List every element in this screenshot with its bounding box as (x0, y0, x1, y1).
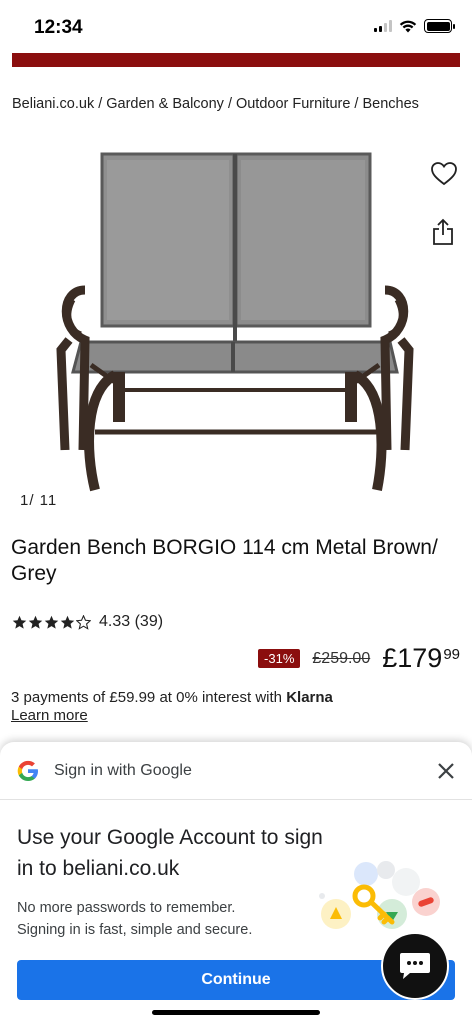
learn-more-link[interactable]: Learn more (11, 707, 88, 724)
sheet-body: No more passwords to remember. Signing i… (17, 897, 252, 941)
wifi-icon (399, 20, 417, 32)
share-icon[interactable] (431, 218, 455, 246)
star-outline-icon (76, 614, 91, 630)
klarna-info: 3 payments of £59.99 at 0% interest with… (11, 689, 333, 706)
sheet-heading: Use your Google Account to sign in to be… (17, 826, 323, 880)
sheet-body-line: Signing in is fast, simple and secure. (17, 922, 253, 938)
star-icon (60, 615, 75, 629)
breadcrumb-benches[interactable]: Benches (362, 96, 418, 112)
heart-icon[interactable] (430, 160, 458, 188)
breadcrumb: Beliani.co.uk / Garden & Balcony / Outdoor F… (12, 96, 419, 112)
klarna-logo: Klarna (286, 689, 333, 706)
breadcrumb-garden[interactable]: Garden & Balcony (106, 96, 224, 112)
discount-badge: -31% (258, 649, 301, 668)
rating-stars (12, 614, 91, 630)
status-icons (374, 19, 455, 33)
gallery-counter: 1/ 11 (20, 492, 58, 509)
google-logo-icon (17, 760, 38, 781)
promo-banner[interactable] (12, 53, 460, 67)
passkey-illustration-icon (319, 861, 440, 929)
rating[interactable]: 4.33 (39) (12, 613, 163, 631)
new-price: £179 99 (382, 643, 460, 673)
home-indicator (152, 1010, 320, 1015)
old-price: £259.00 (312, 649, 371, 667)
breadcrumb-home[interactable]: Beliani.co.uk (12, 96, 94, 112)
chat-button[interactable] (381, 932, 449, 1000)
breadcrumb-outdoor-furniture[interactable]: Outdoor Furniture (236, 96, 350, 112)
price-row: -31% £259.00 £179 99 (258, 643, 460, 674)
breadcrumb-separator: / (98, 96, 103, 112)
star-icon (12, 615, 27, 629)
status-time: 12:34 (34, 17, 83, 38)
sheet-header-title: Sign in with Google (54, 762, 192, 779)
status-bar: 12:34 (0, 0, 472, 54)
signal-icon (374, 20, 392, 32)
breadcrumb-separator: / (354, 96, 359, 112)
chat-icon (400, 953, 430, 979)
rating-value: 4.33 (39) (99, 613, 164, 630)
product-title: Garden Bench BORGIO 114 cm Metal Brown/ … (11, 536, 438, 585)
battery-icon (424, 19, 455, 33)
star-icon (28, 615, 43, 629)
star-icon (44, 615, 59, 629)
product-image[interactable] (55, 150, 415, 500)
close-icon[interactable] (434, 759, 458, 783)
breadcrumb-separator: / (227, 96, 232, 112)
sheet-body-line: No more passwords to remember. (17, 900, 236, 916)
sheet-header: Sign in with Google (0, 742, 472, 800)
